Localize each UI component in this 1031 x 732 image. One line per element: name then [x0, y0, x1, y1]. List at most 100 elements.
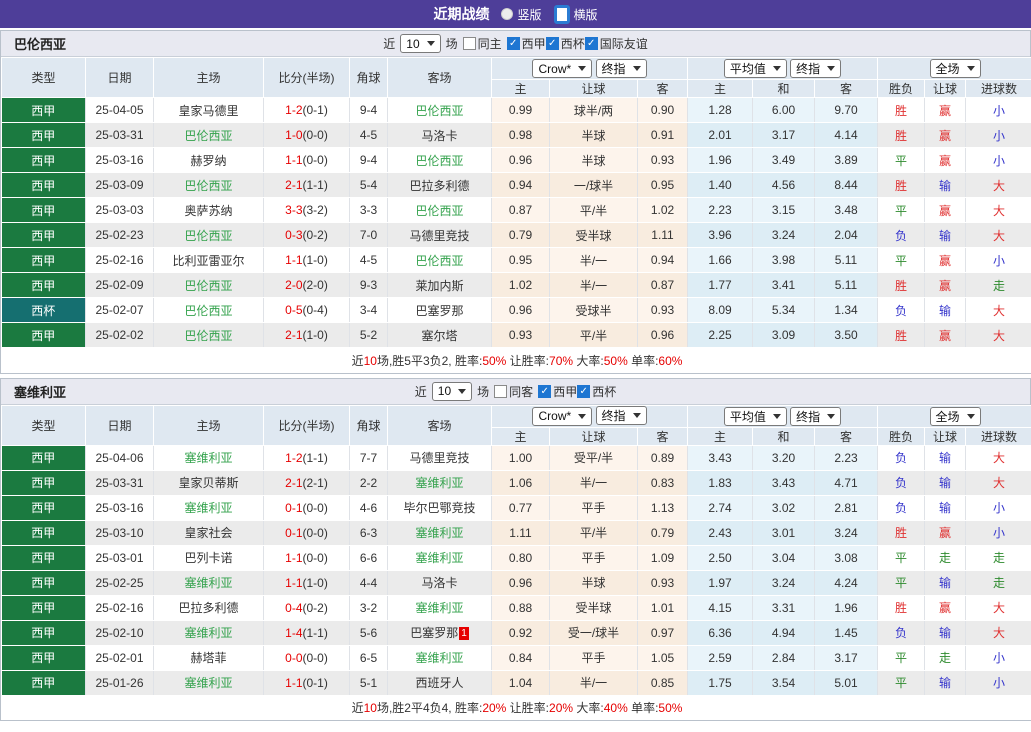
league-filter-checkbox[interactable]: ✓国际友谊 [585, 35, 648, 52]
match-score: 2-1(1-0) [264, 323, 350, 348]
results-rows: 西甲25-04-05皇家马德里1-2(0-1)9-4巴伦西亚0.99球半/两0.… [2, 98, 1031, 348]
corner-count: 5-4 [350, 173, 388, 198]
avg-home: 2.43 [688, 520, 753, 545]
checkbox-unchecked-icon[interactable] [494, 385, 507, 398]
result-handicap: 赢 [925, 123, 966, 148]
match-score: 1-4(1-1) [264, 620, 350, 645]
avg-away: 2.81 [815, 495, 878, 520]
match-date: 25-03-10 [86, 520, 154, 545]
match-count-select[interactable]: 10 [432, 382, 472, 401]
halftime-score: (1-0) [303, 328, 328, 342]
odds-away: 0.95 [638, 173, 688, 198]
match-score: 0-1(0-0) [264, 495, 350, 520]
col-corner: 角球 [350, 58, 388, 98]
avg-stage-select[interactable]: 终指 [790, 407, 841, 426]
same-venue-label: 同客 [509, 383, 533, 400]
col-handicap-result: 让球 [925, 427, 966, 445]
avg-draw: 5.34 [753, 298, 815, 323]
fulltime-score: 2-1 [285, 476, 302, 490]
avg-company-select[interactable]: 平均值 [724, 59, 787, 78]
odds-handicap: 半/一 [550, 248, 638, 273]
match-row: 西甲25-02-01赫塔菲0-0(0-0)6-5塞维利亚0.84平手1.052.… [2, 645, 1031, 670]
result-handicap: 赢 [925, 98, 966, 123]
summary-segment: 让胜率: [506, 701, 549, 715]
checkbox-checked-icon[interactable]: ✓ [546, 37, 559, 50]
away-team: 塞维利亚 [388, 520, 492, 545]
checkbox-unchecked-icon[interactable] [463, 37, 476, 50]
col-type: 类型 [2, 405, 86, 445]
odds-away: 0.93 [638, 298, 688, 323]
odds-home: 0.96 [492, 148, 550, 173]
league-label: 西杯 [592, 383, 616, 400]
match-date: 25-02-16 [86, 595, 154, 620]
result-handicap: 输 [925, 570, 966, 595]
summary-segment: 10 [364, 354, 377, 368]
league-filter-checkbox[interactable]: ✓西杯 [546, 35, 585, 52]
avg-company-select[interactable]: 平均值 [724, 407, 787, 426]
match-score: 1-1(0-1) [264, 670, 350, 695]
match-count-select[interactable]: 10 [400, 34, 440, 53]
summary-row: 近10场,胜5平3负2, 胜率:50% 让胜率:70% 大率:50% 单率:60… [2, 348, 1031, 373]
checkbox-checked-icon[interactable]: ✓ [507, 37, 520, 50]
radio-vertical-layout[interactable]: 竖版 [501, 6, 541, 23]
col-avg-draw: 和 [753, 427, 815, 445]
league-filter-checkbox[interactable]: ✓西甲 [538, 383, 577, 400]
summary-segment: 单率: [628, 701, 659, 715]
full-match-select[interactable]: 全场 [930, 407, 981, 426]
odds-company-select[interactable]: Crow* [532, 407, 592, 426]
avg-stage-select[interactable]: 终指 [790, 59, 841, 78]
checkbox-checked-icon[interactable]: ✓ [585, 37, 598, 50]
results-rows: 西甲25-04-06塞维利亚1-2(1-1)7-7马德里竞技1.00受平/半0.… [2, 445, 1031, 695]
league-filter-checkbox[interactable]: ✓西杯 [577, 383, 616, 400]
result-handicap: 输 [925, 495, 966, 520]
result-handicap: 输 [925, 298, 966, 323]
match-score: 2-1(1-1) [264, 173, 350, 198]
same-venue-checkbox[interactable]: 同主 [463, 35, 502, 52]
odds-handicap: 一/球半 [550, 173, 638, 198]
odds-home: 0.92 [492, 620, 550, 645]
checkbox-checked-icon[interactable]: ✓ [577, 385, 590, 398]
match-row: 西杯25-02-07巴伦西亚0-5(0-4)3-4巴塞罗那0.96受球半0.93… [2, 298, 1031, 323]
avg-home: 1.83 [688, 470, 753, 495]
result-outcome: 负 [878, 620, 925, 645]
corner-count: 6-3 [350, 520, 388, 545]
full-match-select[interactable]: 全场 [930, 59, 981, 78]
odds-stage-select[interactable]: 终指 [596, 406, 647, 425]
team-bar: 巴伦西亚 近 10 场 同主 ✓西甲✓西杯✓国际友谊 [1, 31, 1030, 57]
match-date: 25-04-06 [86, 445, 154, 470]
result-outcome: 胜 [878, 173, 925, 198]
radio-unselected-icon[interactable] [501, 8, 513, 20]
league-filter-checkbox[interactable]: ✓西甲 [507, 35, 546, 52]
result-goals: 大 [966, 595, 1031, 620]
match-date: 25-03-16 [86, 148, 154, 173]
odds-away: 1.01 [638, 595, 688, 620]
chevron-down-icon [578, 414, 586, 423]
radio-selected-icon[interactable] [554, 5, 570, 24]
same-venue-checkbox[interactable]: 同客 [494, 383, 533, 400]
odds-away: 0.85 [638, 670, 688, 695]
chevron-down-icon [633, 413, 641, 422]
games-label: 场 [446, 35, 458, 52]
team-name: 巴伦西亚 [14, 34, 66, 53]
odds-stage-select[interactable]: 终指 [596, 59, 647, 78]
avg-home: 1.77 [688, 273, 753, 298]
match-date: 25-02-23 [86, 223, 154, 248]
checkbox-checked-icon[interactable]: ✓ [538, 385, 551, 398]
match-type-cell: 西甲 [2, 620, 86, 645]
red-card-badge[interactable]: 1 [459, 627, 469, 640]
corner-count: 4-5 [350, 248, 388, 273]
match-date: 25-03-31 [86, 470, 154, 495]
avg-home: 3.43 [688, 445, 753, 470]
result-goals: 走 [966, 273, 1031, 298]
league-label: 西甲 [553, 383, 577, 400]
radio-horizontal-layout[interactable]: 横版 [554, 5, 598, 24]
result-goals: 走 [966, 545, 1031, 570]
odds-company-select[interactable]: Crow* [532, 59, 592, 78]
chevron-down-icon [967, 414, 975, 423]
odds-home: 0.96 [492, 570, 550, 595]
odds-away: 0.97 [638, 620, 688, 645]
home-team: 皇家社会 [154, 520, 264, 545]
chevron-down-icon [458, 389, 466, 398]
result-goals: 小 [966, 98, 1031, 123]
summary-segment: 大率: [573, 354, 604, 368]
